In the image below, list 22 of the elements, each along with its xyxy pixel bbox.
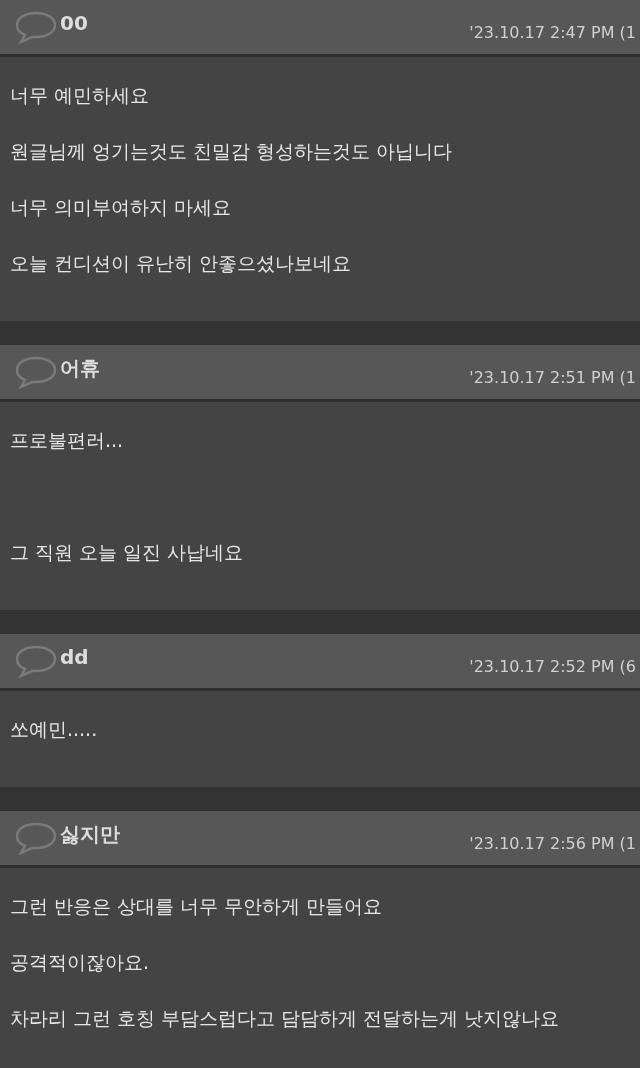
comment-text: 프로불편러...	[10, 428, 124, 453]
comment-text: 그 직원 오늘 일진 사납네요	[10, 540, 244, 565]
comment-text: 쏘예민.....	[10, 717, 98, 742]
comment-text: 차라리 그런 호칭 부담스럽다고 담담하게 전달하는게 낫지않나요	[10, 1006, 560, 1031]
post-time: '23.10.17 2:52 PM (6	[469, 656, 636, 676]
post-time: '23.10.17 2:51 PM (1	[469, 367, 636, 387]
author-name: 싫지만	[60, 820, 120, 848]
author-name: dd	[60, 645, 89, 669]
comment-text: 너무 예민하세요	[10, 83, 150, 108]
comment-text: 원글님께 엉기는것도 친밀감 형성하는것도 아닙니다	[10, 139, 453, 164]
comment-text: 공격적이잖아요.	[10, 950, 150, 975]
comment-text: 오늘 컨디션이 유난히 안좋으셨나보네요	[10, 251, 352, 276]
author-name: 00	[60, 11, 88, 35]
comment-text: 그런 반응은 상대를 너무 무안하게 만들어요	[10, 894, 383, 919]
speech-bubble-icon	[14, 355, 58, 389]
post-time: '23.10.17 2:47 PM (1	[469, 22, 636, 42]
speech-bubble-icon	[14, 821, 58, 855]
speech-bubble-icon	[14, 10, 58, 44]
post-time: '23.10.17 2:56 PM (1	[469, 833, 636, 853]
comment-text: 너무 의미부여하지 마세요	[10, 195, 232, 220]
speech-bubble-icon	[14, 644, 58, 678]
author-name: 어휴	[60, 354, 100, 382]
